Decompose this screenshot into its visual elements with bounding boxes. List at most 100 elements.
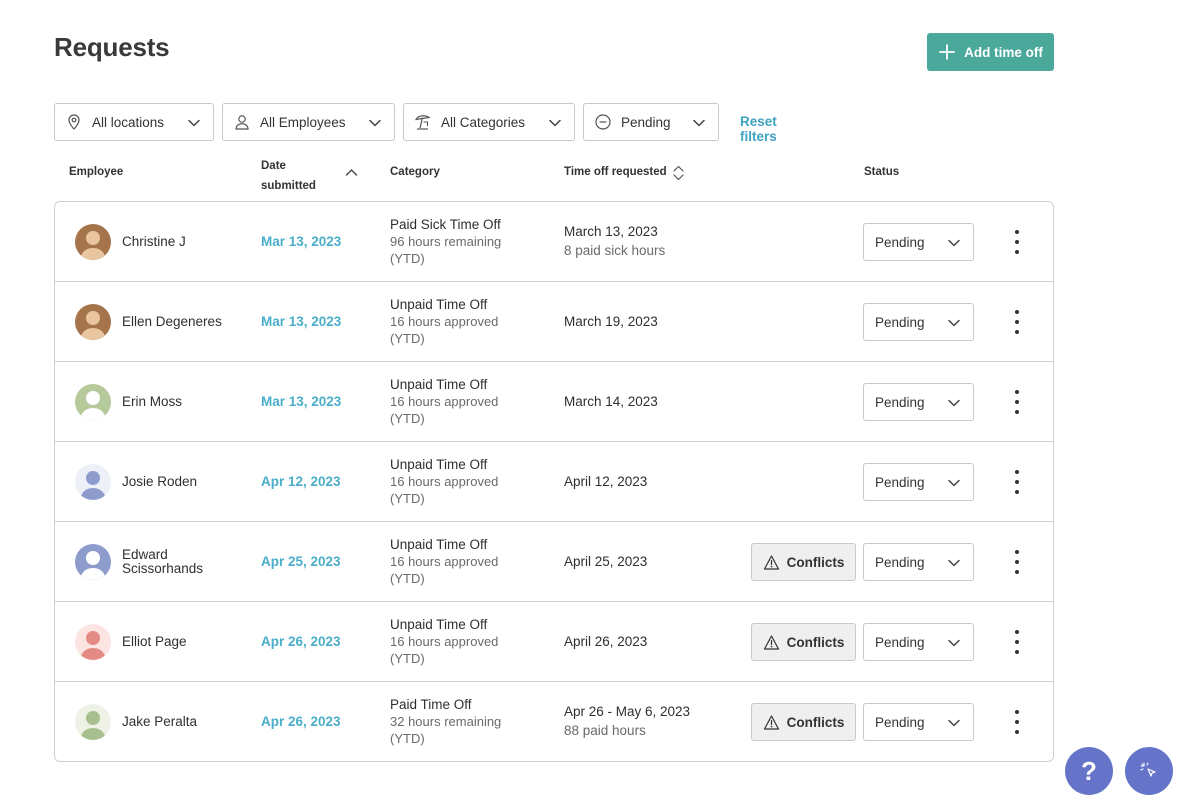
date-submitted-link[interactable]: Mar 13, 2023 xyxy=(261,234,341,249)
conflicts-button[interactable]: Conflicts xyxy=(751,623,856,661)
column-header-time-off-requested[interactable]: Time off requested xyxy=(564,166,667,178)
avatar xyxy=(75,464,111,500)
avatar xyxy=(75,384,111,420)
add-time-off-button[interactable]: Add time off xyxy=(927,33,1054,71)
category-name: Unpaid Time Off xyxy=(390,617,488,632)
table-row: Christine J Mar 13, 2023 Paid Sick Time Of… xyxy=(55,202,1053,282)
avatar xyxy=(75,224,111,260)
avatar xyxy=(75,624,111,660)
conflicts-label: Conflicts xyxy=(786,634,845,650)
category-name: Unpaid Time Off xyxy=(390,457,488,472)
time-off-dates: March 13, 2023 xyxy=(564,224,658,239)
category-balance: 32 hours remaining xyxy=(390,714,502,729)
employee-name[interactable]: Ellen Degeneres xyxy=(122,282,242,362)
date-submitted-link[interactable]: Apr 26, 2023 xyxy=(261,714,341,729)
category-balance-period: (YTD) xyxy=(390,490,425,506)
chevron-down-icon xyxy=(948,719,960,727)
column-header-date-submitted[interactable]: Date submitted xyxy=(261,156,316,196)
employee-name[interactable]: Elliot Page xyxy=(122,602,242,682)
more-options-icon[interactable] xyxy=(1007,470,1027,494)
plus-icon xyxy=(939,44,956,60)
category-balance-period: (YTD) xyxy=(390,330,425,346)
warning-icon xyxy=(763,634,779,650)
date-submitted-link[interactable]: Mar 13, 2023 xyxy=(261,314,341,329)
status-filter[interactable]: Pending xyxy=(583,103,719,141)
chevron-down-icon xyxy=(549,119,561,127)
status-dropdown[interactable]: Pending xyxy=(863,623,974,661)
status-value: Pending xyxy=(875,234,925,250)
category-balance: 16 hours approved xyxy=(390,314,499,329)
column-header-status: Status xyxy=(864,166,900,178)
status-dropdown[interactable]: Pending xyxy=(863,703,974,741)
date-submitted-link[interactable]: Apr 26, 2023 xyxy=(261,634,341,649)
category-balance: 16 hours approved xyxy=(390,554,499,569)
time-off-requested-cell: March 13, 2023 8 paid sick hours xyxy=(564,222,665,260)
status-value: Pending xyxy=(875,394,925,410)
sort-ascending-icon[interactable] xyxy=(345,167,358,177)
time-off-requested-cell: April 26, 2023 xyxy=(564,632,647,651)
time-off-dates: April 26, 2023 xyxy=(564,634,648,649)
category-cell: Unpaid Time Off 16 hours approved (YTD) xyxy=(390,297,540,346)
requests-table: Christine J Mar 13, 2023 Paid Sick Time Of… xyxy=(54,201,1054,762)
column-header-date-line1: Date xyxy=(261,160,286,172)
reset-filters-link[interactable]: Reset filters xyxy=(740,114,777,144)
employee-name[interactable]: Josie Roden xyxy=(122,442,242,522)
employee-name[interactable]: Edward Scissorhands xyxy=(122,522,242,602)
minus-circle-icon xyxy=(594,113,612,131)
location-filter-value: All locations xyxy=(92,114,165,130)
more-options-icon[interactable] xyxy=(1007,550,1027,574)
location-pin-icon xyxy=(65,113,83,131)
category-balance-period: (YTD) xyxy=(390,570,425,586)
assistant-button[interactable] xyxy=(1125,747,1173,795)
conflicts-button[interactable]: Conflicts xyxy=(751,703,856,741)
status-dropdown[interactable]: Pending xyxy=(863,543,974,581)
date-submitted-link[interactable]: Mar 13, 2023 xyxy=(261,394,341,409)
chevron-down-icon xyxy=(693,119,705,127)
time-off-dates: Apr 26 - May 6, 2023 xyxy=(564,704,691,719)
table-row: Ellen Degeneres Mar 13, 2023 Unpaid Time O… xyxy=(55,282,1053,362)
category-balance-period: (YTD) xyxy=(390,650,425,666)
employee-name[interactable]: Jake Peralta xyxy=(122,682,242,761)
more-options-icon[interactable] xyxy=(1007,630,1027,654)
help-button[interactable]: ? xyxy=(1065,747,1113,795)
category-balance-period: (YTD) xyxy=(390,410,425,426)
time-off-requested-cell: April 12, 2023 xyxy=(564,472,647,491)
chevron-down-icon xyxy=(188,119,200,127)
conflicts-button[interactable]: Conflicts xyxy=(751,543,856,581)
more-options-icon[interactable] xyxy=(1007,230,1027,254)
status-dropdown[interactable]: Pending xyxy=(863,223,974,261)
categories-filter[interactable]: All Categories xyxy=(403,103,575,141)
conflicts-label: Conflicts xyxy=(786,714,845,730)
time-off-dates: March 19, 2023 xyxy=(564,314,658,329)
avatar xyxy=(75,704,111,740)
time-off-requested-cell: March 14, 2023 xyxy=(564,392,658,411)
employee-name[interactable]: Erin Moss xyxy=(122,362,242,442)
chevron-down-icon xyxy=(948,479,960,487)
more-options-icon[interactable] xyxy=(1007,390,1027,414)
category-balance: 16 hours approved xyxy=(390,634,499,649)
warning-icon xyxy=(763,714,779,730)
date-submitted-link[interactable]: Apr 12, 2023 xyxy=(261,474,341,489)
column-header-employee: Employee xyxy=(69,166,124,178)
more-options-icon[interactable] xyxy=(1007,310,1027,334)
date-submitted-link[interactable]: Apr 25, 2023 xyxy=(261,554,341,569)
time-off-requested-cell: April 25, 2023 xyxy=(564,552,647,571)
category-name: Paid Sick Time Off xyxy=(390,217,501,232)
chevron-down-icon xyxy=(948,559,960,567)
sparkle-cursor-icon xyxy=(1140,762,1156,777)
status-dropdown[interactable]: Pending xyxy=(863,303,974,341)
employees-filter[interactable]: All Employees xyxy=(222,103,395,141)
time-off-dates: April 12, 2023 xyxy=(564,474,648,489)
avatar xyxy=(75,304,111,340)
sort-icon[interactable] xyxy=(672,164,685,182)
category-name: Unpaid Time Off xyxy=(390,297,488,312)
employee-name[interactable]: Christine J xyxy=(122,202,242,282)
add-time-off-label: Add time off xyxy=(964,44,1043,60)
status-dropdown[interactable]: Pending xyxy=(863,463,974,501)
category-cell: Paid Sick Time Off 96 hours remaining (YTD… xyxy=(390,217,540,266)
status-value: Pending xyxy=(875,634,925,650)
status-dropdown[interactable]: Pending xyxy=(863,383,974,421)
status-value: Pending xyxy=(875,714,925,730)
location-filter[interactable]: All locations xyxy=(54,103,214,141)
more-options-icon[interactable] xyxy=(1007,710,1027,734)
